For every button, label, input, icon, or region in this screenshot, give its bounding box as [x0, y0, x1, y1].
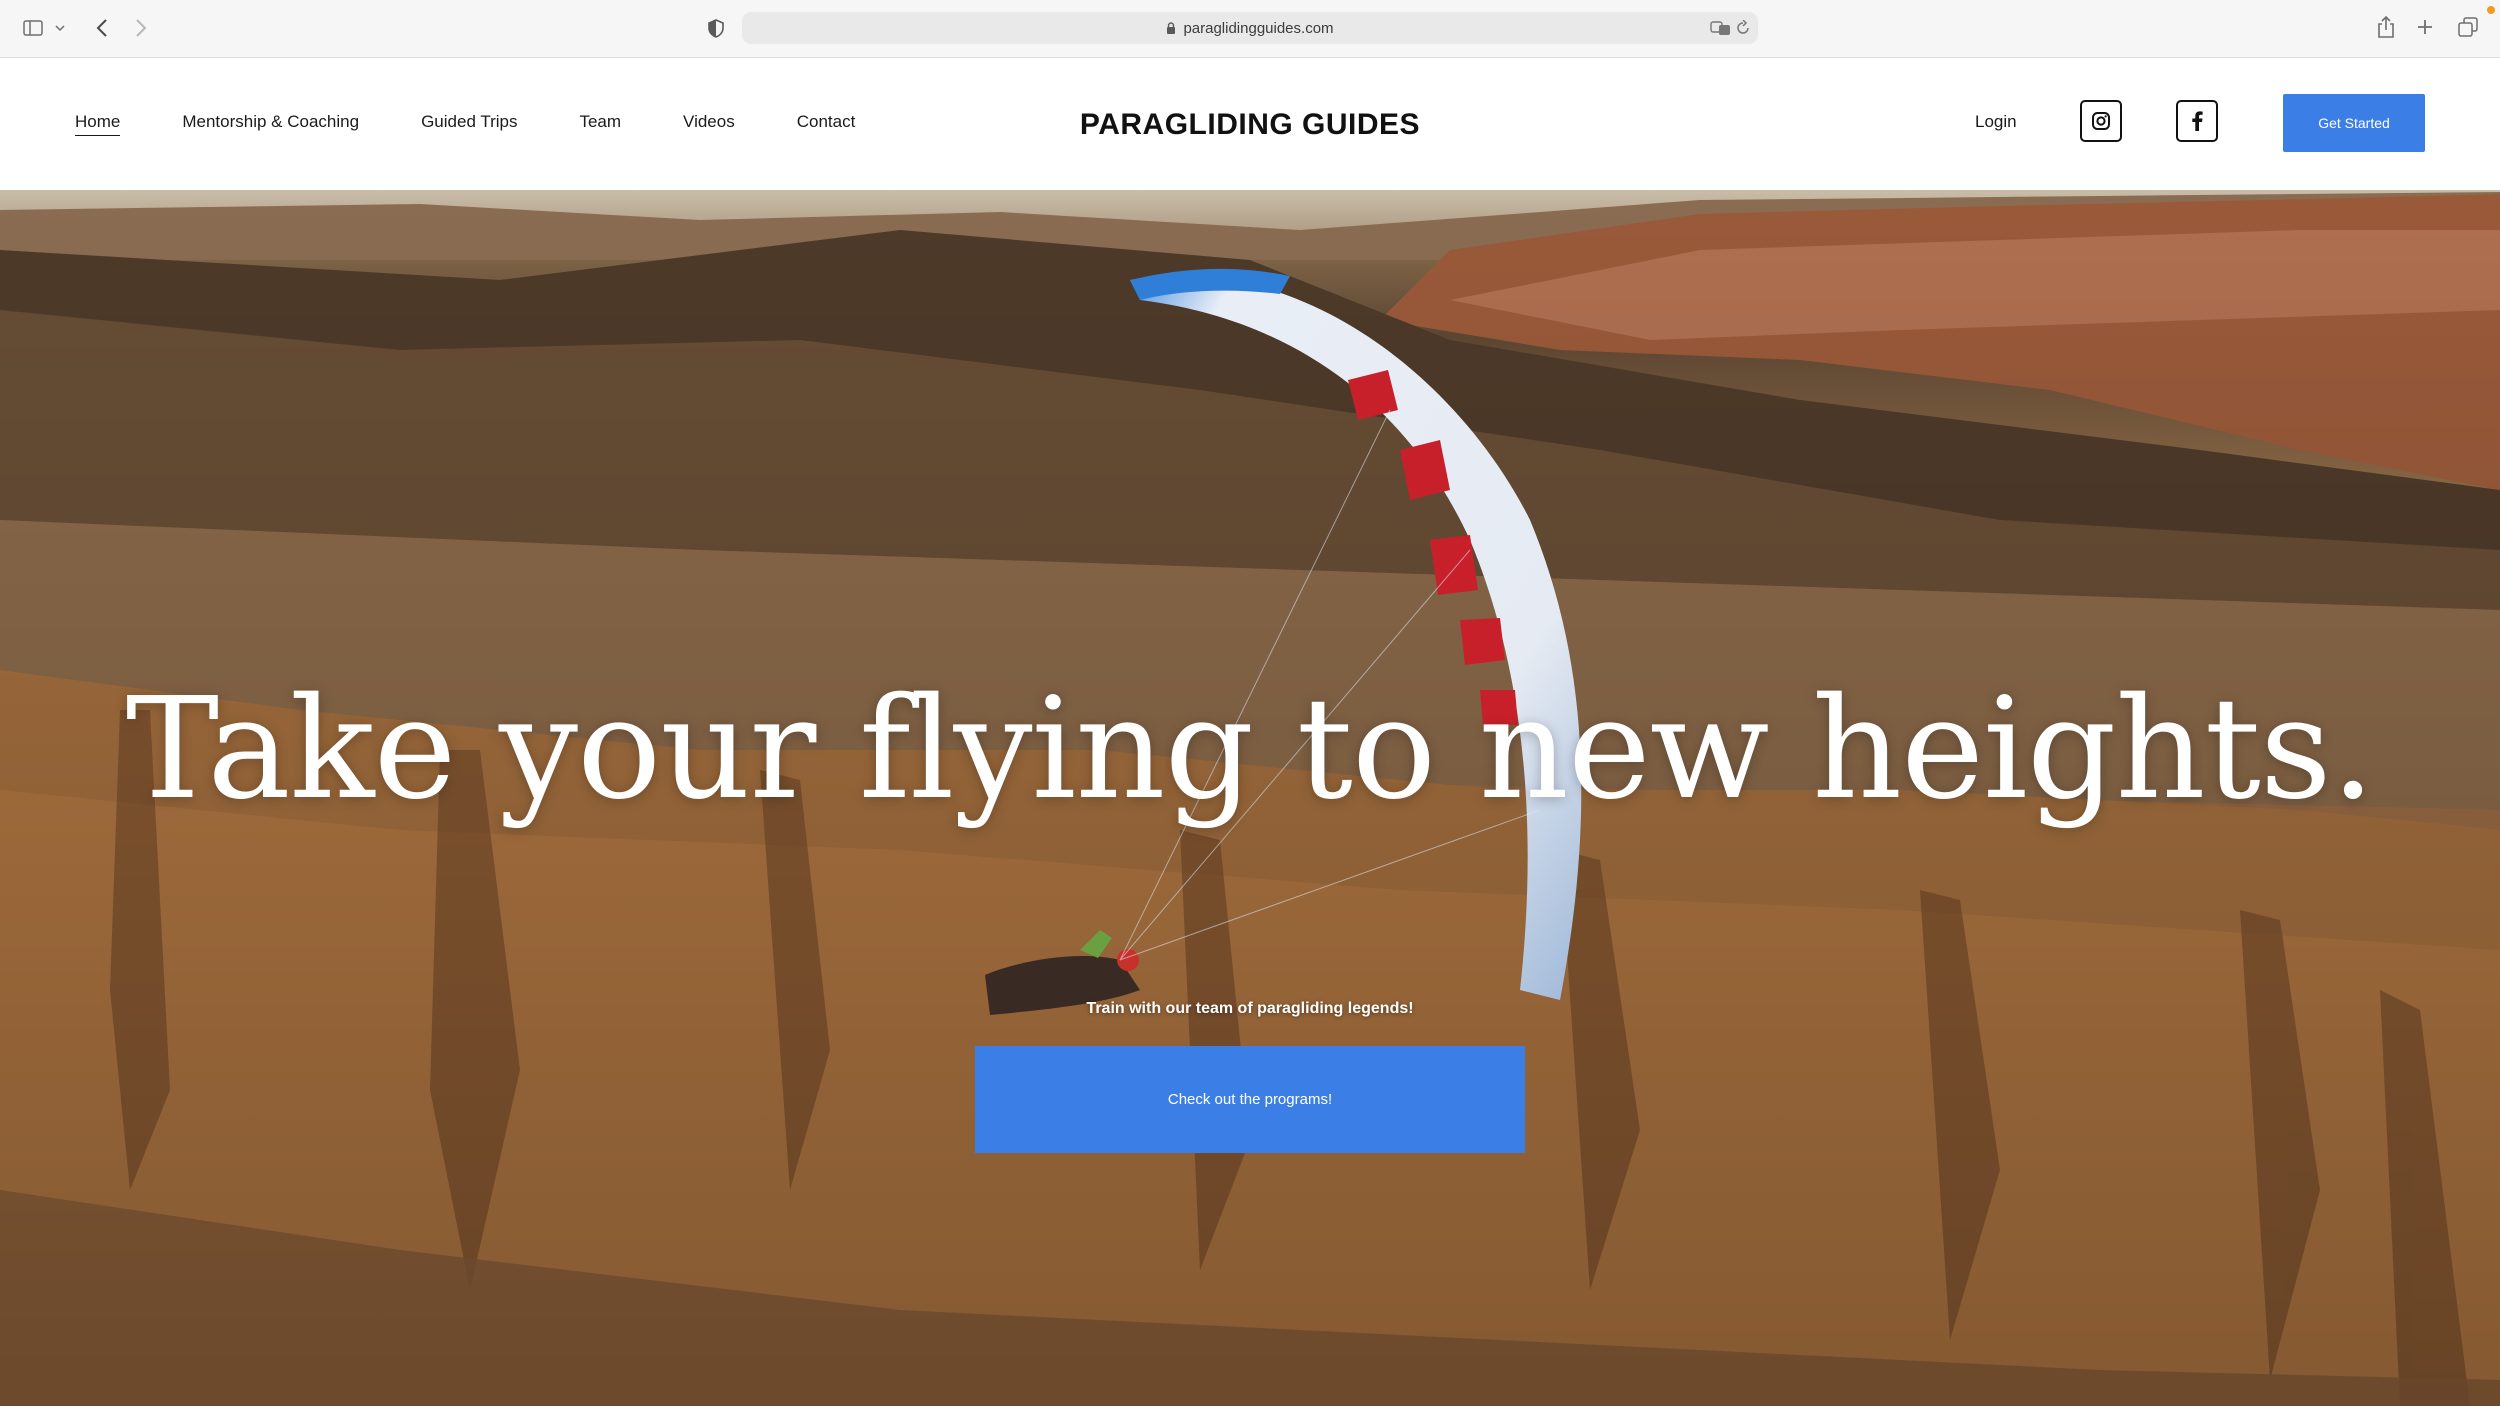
lock-icon	[1166, 21, 1176, 35]
main-nav: Home Mentorship & Coaching Guided Trips …	[75, 58, 917, 190]
chevron-down-icon[interactable]	[54, 22, 66, 34]
site-header: Home Mentorship & Coaching Guided Trips …	[0, 58, 2500, 190]
nav-contact[interactable]: Contact	[797, 112, 856, 136]
browser-toolbar: paraglidingguides.com	[0, 0, 2500, 58]
nav-mentorship-coaching[interactable]: Mentorship & Coaching	[182, 112, 359, 136]
new-tab-icon[interactable]	[2414, 16, 2436, 38]
site-logo[interactable]: PARAGLIDING GUIDES	[1080, 108, 1420, 141]
share-icon[interactable]	[2375, 13, 2397, 41]
privacy-shield-icon[interactable]	[705, 16, 727, 40]
forward-icon[interactable]	[131, 16, 151, 40]
nav-videos[interactable]: Videos	[683, 112, 735, 136]
hero-subline: Train with our team of paragliding legen…	[1086, 1000, 1414, 1017]
back-icon[interactable]	[92, 16, 112, 40]
hero-headline: Take your flying to new heights.	[125, 668, 2375, 831]
facebook-button[interactable]	[2176, 100, 2218, 142]
login-link[interactable]: Login	[1975, 112, 2017, 132]
tab-overview-icon[interactable]	[2456, 15, 2480, 39]
nav-home[interactable]: Home	[75, 112, 121, 136]
instagram-button[interactable]	[2080, 100, 2122, 142]
nav-guided-trips[interactable]: Guided Trips	[421, 112, 517, 136]
reload-icon[interactable]	[1736, 20, 1750, 36]
address-bar[interactable]: paraglidingguides.com	[742, 12, 1758, 44]
nav-team[interactable]: Team	[579, 112, 621, 136]
get-started-button[interactable]: Get Started	[2283, 94, 2425, 152]
sidebar-toggle-icon[interactable]	[22, 17, 44, 39]
check-programs-button[interactable]: Check out the programs!	[975, 1046, 1525, 1153]
url-text: paraglidingguides.com	[1183, 19, 1334, 37]
translate-icon[interactable]	[1710, 20, 1732, 36]
hero-section: Take your flying to new heights. Train w…	[0, 190, 2500, 1406]
instagram-icon	[2091, 111, 2111, 131]
notification-dot	[2487, 6, 2495, 14]
facebook-icon	[2191, 111, 2203, 131]
